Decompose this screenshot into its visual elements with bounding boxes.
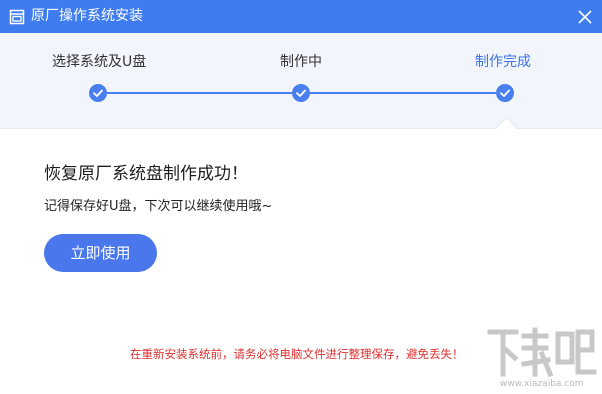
watermark: www.xiazaiba.com: [484, 324, 598, 392]
success-description: 记得保存好U盘，下次可以继续使用哦~: [44, 199, 273, 214]
step-label-select: 选择系统及U盘: [52, 54, 147, 70]
success-title: 恢复原厂系统盘制作成功！: [44, 164, 248, 184]
step-done-icon: [89, 84, 107, 102]
step-done-icon: [496, 84, 514, 102]
close-button[interactable]: [574, 6, 596, 28]
step-connector-2: [310, 92, 496, 94]
progress-steps: 选择系统及U盘 制作中 制作完成: [0, 33, 602, 129]
close-icon: [578, 10, 592, 24]
use-now-button[interactable]: 立即使用: [44, 234, 157, 272]
title-bar: 原厂操作系统安装: [0, 0, 602, 33]
step-done-icon: [292, 84, 310, 102]
step-connector-1: [106, 92, 292, 94]
watermark-logo: [487, 327, 597, 378]
watermark-url: www.xiazaiba.com: [500, 379, 584, 389]
backup-warning: 在重新安装系统前，请务必将电脑文件进行整理保存，避免丢失！: [130, 347, 464, 361]
window-title: 原厂操作系统安装: [31, 8, 143, 24]
step-label-complete: 制作完成: [475, 54, 531, 70]
step-label-making: 制作中: [280, 54, 322, 70]
installer-window-icon: [9, 9, 25, 25]
